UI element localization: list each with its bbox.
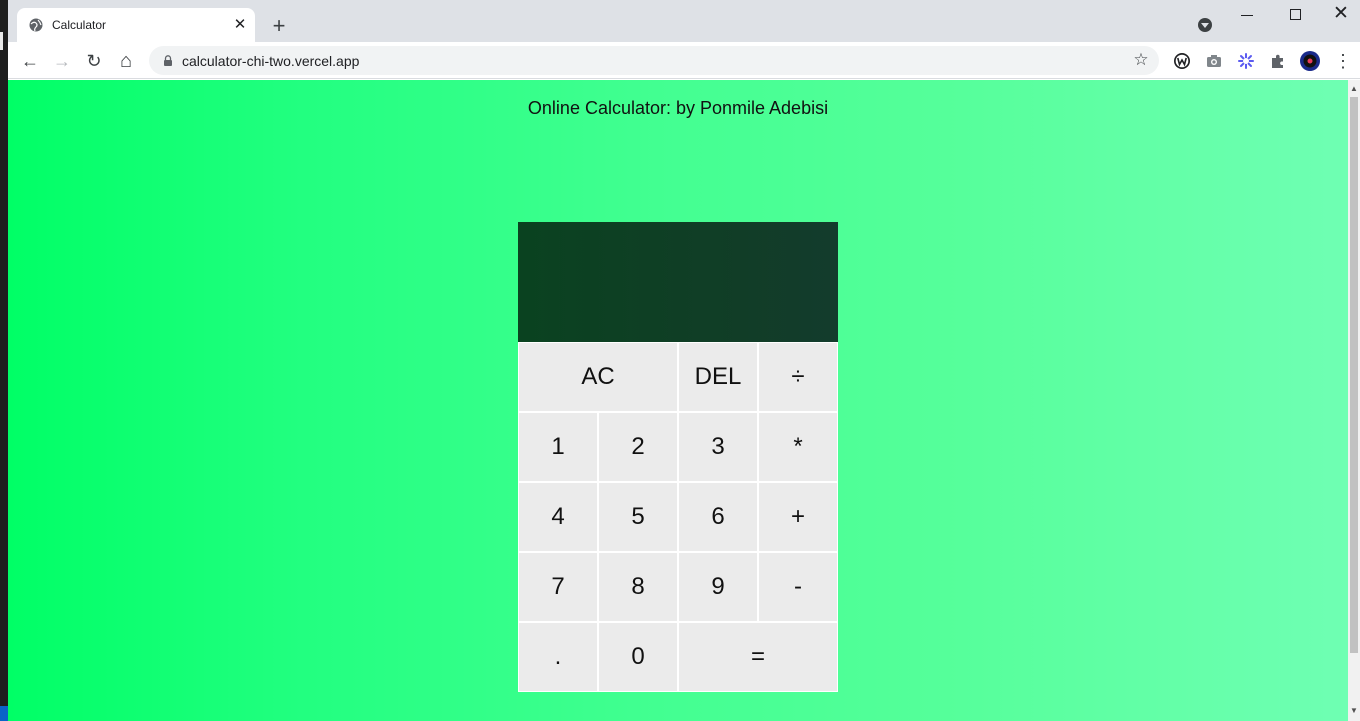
all-clear-button[interactable]: AC bbox=[518, 342, 678, 412]
window-close-icon[interactable]: ✕ bbox=[1332, 4, 1350, 24]
delete-button[interactable]: DEL bbox=[678, 342, 758, 412]
home-icon[interactable]: ⌂ bbox=[115, 50, 137, 72]
tab-close-icon[interactable]: ✕ bbox=[231, 16, 249, 34]
tab-strip: Calculator ✕ + ✕ bbox=[8, 0, 1360, 42]
extensions-icon[interactable] bbox=[1269, 52, 1287, 70]
globe-icon bbox=[29, 18, 43, 32]
scrollbar-thumb[interactable] bbox=[1350, 97, 1358, 653]
minimize-icon[interactable] bbox=[1241, 15, 1253, 16]
digit-0-button[interactable]: 0 bbox=[598, 622, 678, 692]
digit-9-button[interactable]: 9 bbox=[678, 552, 758, 622]
scroll-up-icon[interactable]: ▲ bbox=[1350, 84, 1358, 93]
browser-toolbar: ← → ↻ ⌂ calculator-chi-two.vercel.app ☆ bbox=[8, 42, 1360, 79]
taskbar-corner bbox=[0, 706, 8, 721]
menu-dots-icon[interactable]: ⋮ bbox=[1334, 50, 1352, 72]
tab-search-icon[interactable] bbox=[1198, 18, 1212, 32]
multiply-button[interactable]: * bbox=[758, 412, 838, 482]
reload-icon[interactable]: ↻ bbox=[83, 50, 105, 72]
keypad: AC DEL ÷ 1 2 3 * 4 5 6 + 7 8 9 - . 0 = bbox=[518, 342, 838, 692]
vertical-scrollbar[interactable]: ▲ ▼ bbox=[1348, 80, 1360, 721]
w-extension-icon[interactable] bbox=[1173, 52, 1191, 70]
address-bar[interactable]: calculator-chi-two.vercel.app ☆ bbox=[149, 46, 1159, 75]
divide-button[interactable]: ÷ bbox=[758, 342, 838, 412]
forward-arrow-icon[interactable]: → bbox=[51, 50, 73, 72]
desktop-edge bbox=[0, 0, 8, 721]
digit-3-button[interactable]: 3 bbox=[678, 412, 758, 482]
new-tab-button[interactable]: + bbox=[267, 15, 291, 39]
digit-8-button[interactable]: 8 bbox=[598, 552, 678, 622]
page-viewport: Online Calculator: by Ponmile Adebisi AC… bbox=[8, 80, 1348, 721]
profile-avatar-icon[interactable] bbox=[1300, 51, 1320, 71]
url-text[interactable]: calculator-chi-two.vercel.app bbox=[182, 53, 359, 69]
lock-icon bbox=[164, 55, 172, 66]
digit-4-button[interactable]: 4 bbox=[518, 482, 598, 552]
camera-icon[interactable] bbox=[1205, 52, 1223, 70]
scroll-down-icon[interactable]: ▼ bbox=[1350, 706, 1358, 715]
maximize-icon[interactable] bbox=[1290, 9, 1301, 20]
page-title: Online Calculator: by Ponmile Adebisi bbox=[527, 98, 829, 118]
back-arrow-icon[interactable]: ← bbox=[19, 50, 41, 72]
digit-7-button[interactable]: 7 bbox=[518, 552, 598, 622]
equals-button[interactable]: = bbox=[678, 622, 838, 692]
bookmark-star-icon[interactable]: ☆ bbox=[1131, 50, 1151, 70]
minus-button[interactable]: - bbox=[758, 552, 838, 622]
calculator: AC DEL ÷ 1 2 3 * 4 5 6 + 7 8 9 - . 0 = bbox=[518, 222, 838, 692]
puzzle-extension-icon[interactable] bbox=[1237, 52, 1255, 70]
digit-1-button[interactable]: 1 bbox=[518, 412, 598, 482]
digit-5-button[interactable]: 5 bbox=[598, 482, 678, 552]
desktop-edge-mark bbox=[0, 32, 3, 50]
tab-calculator[interactable]: Calculator ✕ bbox=[17, 8, 255, 42]
plus-button[interactable]: + bbox=[758, 482, 838, 552]
browser-window: Calculator ✕ + ✕ ← → ↻ ⌂ calculator-chi-… bbox=[8, 0, 1360, 721]
digit-2-button[interactable]: 2 bbox=[598, 412, 678, 482]
calculator-display bbox=[518, 222, 838, 342]
digit-6-button[interactable]: 6 bbox=[678, 482, 758, 552]
decimal-button[interactable]: . bbox=[518, 622, 598, 692]
previous-operand bbox=[528, 232, 828, 252]
tab-title: Calculator bbox=[52, 18, 107, 32]
